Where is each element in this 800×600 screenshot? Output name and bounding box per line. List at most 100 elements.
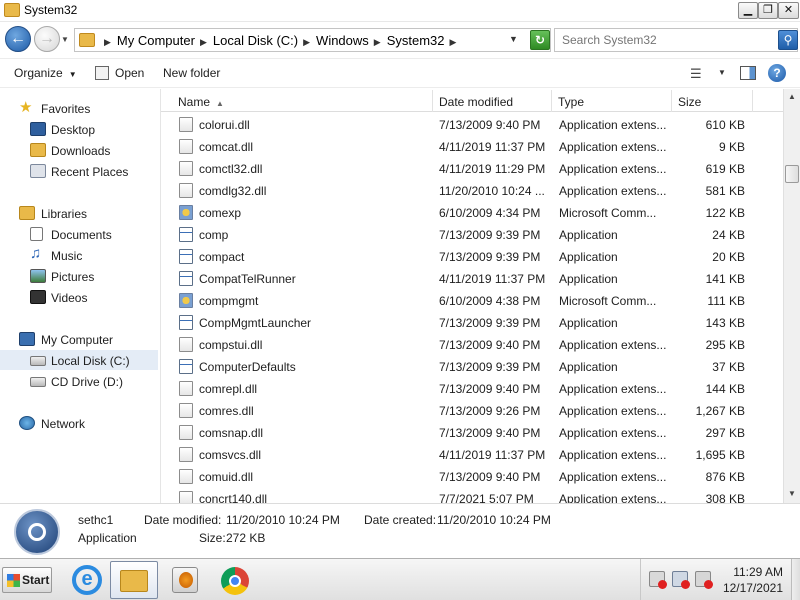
table-row[interactable]: ComputerDefaults 7/13/2009 9:39 PM Applica… — [161, 356, 783, 378]
table-row[interactable]: comp 7/13/2009 9:39 PM Application 24 KB — [161, 224, 783, 246]
views-dropdown[interactable]: ▼ — [718, 68, 726, 77]
nav-cd-drive[interactable]: CD Drive (D:) — [0, 371, 158, 391]
table-row[interactable]: comres.dll 7/13/2009 9:26 PM Application e… — [161, 400, 783, 422]
navigation-pane: ★ Favorites Desktop Downloads Recent Pla… — [0, 89, 158, 503]
scroll-thumb[interactable] — [785, 165, 799, 183]
volume-icon[interactable] — [695, 571, 713, 589]
nav-music[interactable]: ♫ Music — [0, 245, 158, 265]
file-name: comsvcs.dll — [199, 448, 262, 462]
nav-desktop[interactable]: Desktop — [0, 119, 158, 139]
search-icon[interactable]: ⚲ — [778, 30, 798, 50]
table-row[interactable]: compact 7/13/2009 9:39 PM Application 20 KB — [161, 246, 783, 268]
back-button[interactable]: ← — [5, 26, 31, 52]
help-icon[interactable]: ? — [768, 64, 786, 82]
start-button[interactable]: Start — [2, 567, 52, 593]
nav-my-computer[interactable]: My Computer — [0, 329, 158, 349]
table-row[interactable]: concrt140.dll 7/7/2021 5:07 PM Application… — [161, 488, 783, 503]
search-box[interactable]: ⚲ — [554, 28, 798, 52]
media-player-taskbar-button[interactable] — [166, 561, 206, 599]
exe-icon — [179, 227, 193, 242]
views-icon[interactable]: ☰ — [690, 66, 702, 82]
column-size[interactable]: Size — [672, 90, 753, 112]
chevron-right-icon[interactable]: ▶ — [200, 37, 207, 47]
column-header: Name ▲ Date modified Type Size — [161, 90, 783, 112]
nav-network-label: Network — [41, 417, 86, 431]
minimize-button[interactable]: ▁ — [738, 2, 758, 19]
table-row[interactable]: comctl32.dll 4/11/2019 11:29 PM Applicatio… — [161, 158, 783, 180]
search-input[interactable] — [562, 33, 762, 47]
chevron-right-icon[interactable]: ▶ — [303, 37, 310, 47]
table-row[interactable]: CompMgmtLauncher 7/13/2009 9:39 PM Applica… — [161, 312, 783, 334]
chevron-right-icon[interactable]: ▶ — [374, 37, 381, 47]
chevron-right-icon[interactable]: ▶ — [104, 37, 111, 47]
action-center-flag-icon[interactable] — [649, 571, 667, 589]
table-row[interactable]: comexp 6/10/2009 4:34 PM Microsoft Comm...… — [161, 202, 783, 224]
table-row[interactable]: comdlg32.dll 11/20/2010 10:24 ... Applicat… — [161, 180, 783, 202]
network-icon — [19, 416, 35, 430]
music-icon: ♫ — [30, 245, 42, 262]
nav-videos[interactable]: Videos — [0, 287, 158, 307]
address-bar[interactable]: ▶ My Computer ▶ Local Disk (C:) ▶ Windows ▶ Sys… — [74, 28, 551, 52]
table-row[interactable]: CompatTelRunner 4/11/2019 11:37 PM Applica… — [161, 268, 783, 290]
scroll-up-button[interactable]: ▲ — [784, 89, 800, 105]
close-button[interactable]: ✕ — [778, 2, 799, 19]
table-row[interactable]: comsvcs.dll 4/11/2019 11:37 PM Application… — [161, 444, 783, 466]
open-button[interactable]: Open — [95, 66, 144, 80]
maximize-button[interactable]: ❐ — [758, 2, 778, 19]
preview-pane-icon[interactable] — [740, 66, 756, 80]
table-row[interactable]: comrepl.dll 7/13/2009 9:40 PM Application … — [161, 378, 783, 400]
breadcrumb-my-computer[interactable]: My Computer — [117, 33, 195, 48]
folder-icon — [79, 33, 95, 47]
recent-pages-dropdown[interactable]: ▼ — [61, 35, 69, 44]
nav-pictures[interactable]: Pictures — [0, 266, 158, 286]
file-type: Application extens... — [559, 338, 667, 352]
column-name[interactable]: Name ▲ — [171, 90, 433, 112]
nav-desktop-label: Desktop — [51, 123, 96, 137]
breadcrumb: ▶ My Computer ▶ Local Disk (C:) ▶ Windows ▶ Sys… — [99, 33, 462, 48]
network-status-icon[interactable] — [672, 571, 690, 589]
table-row[interactable]: colorui.dll 7/13/2009 9:40 PM Application … — [161, 114, 783, 136]
column-type[interactable]: Type — [552, 90, 672, 112]
dll-icon — [179, 161, 193, 176]
address-history-dropdown[interactable]: ▼ — [509, 34, 518, 44]
nav-recent-places[interactable]: Recent Places — [0, 161, 158, 181]
nav-local-disk[interactable]: Local Disk (C:) — [0, 350, 158, 370]
table-row[interactable]: comsnap.dll 7/13/2009 9:40 PM Application … — [161, 422, 783, 444]
file-type: Application — [559, 228, 618, 242]
nav-network[interactable]: Network — [0, 413, 158, 433]
file-date-modified: 7/13/2009 9:40 PM — [439, 470, 541, 484]
refresh-button[interactable]: ↻ — [530, 30, 550, 50]
file-date-modified: 7/13/2009 9:39 PM — [439, 360, 541, 374]
dll-icon — [179, 117, 193, 132]
breadcrumb-local-disk[interactable]: Local Disk (C:) — [213, 33, 298, 48]
column-date-modified[interactable]: Date modified — [433, 90, 552, 112]
breadcrumb-windows[interactable]: Windows — [316, 33, 369, 48]
chevron-down-icon: ▼ — [68, 70, 77, 79]
table-row[interactable]: compstui.dll 7/13/2009 9:40 PM Application… — [161, 334, 783, 356]
nav-localdisk-label: Local Disk (C:) — [51, 354, 130, 368]
chevron-right-icon[interactable]: ▶ — [450, 37, 457, 47]
table-row[interactable]: comuid.dll 7/13/2009 9:40 PM Application e… — [161, 466, 783, 488]
clock-date[interactable]: 12/17/2021 — [717, 581, 783, 595]
table-row[interactable]: compmgmt 6/10/2009 4:38 PM Microsoft Comm.… — [161, 290, 783, 312]
breadcrumb-system32[interactable]: System32 — [387, 33, 445, 48]
file-size: 619 KB — [705, 162, 745, 176]
vertical-scrollbar[interactable]: ▲ ▼ — [783, 89, 800, 503]
details-pane: sethc1 Application Date modified: 11/20/… — [0, 503, 800, 557]
internet-explorer-taskbar-button[interactable]: e — [66, 561, 106, 599]
nav-favorites[interactable]: ★ Favorites — [0, 98, 158, 118]
nav-libraries[interactable]: Libraries — [0, 203, 158, 223]
explorer-taskbar-button[interactable] — [110, 561, 158, 599]
nav-documents[interactable]: Documents — [0, 224, 158, 244]
new-folder-button[interactable]: New folder — [163, 66, 220, 80]
organize-button[interactable]: Organize ▼ — [14, 66, 77, 80]
exe-icon — [179, 315, 193, 330]
forward-button[interactable]: → — [34, 26, 60, 52]
scroll-down-button[interactable]: ▼ — [784, 486, 800, 502]
table-row[interactable]: comcat.dll 4/11/2019 11:37 PM Application … — [161, 136, 783, 158]
file-size: 24 KB — [712, 228, 745, 242]
clock-time[interactable]: 11:29 AM — [723, 565, 783, 579]
chrome-taskbar-button[interactable] — [216, 561, 256, 599]
nav-downloads[interactable]: Downloads — [0, 140, 158, 160]
show-desktop-button[interactable] — [791, 559, 800, 600]
